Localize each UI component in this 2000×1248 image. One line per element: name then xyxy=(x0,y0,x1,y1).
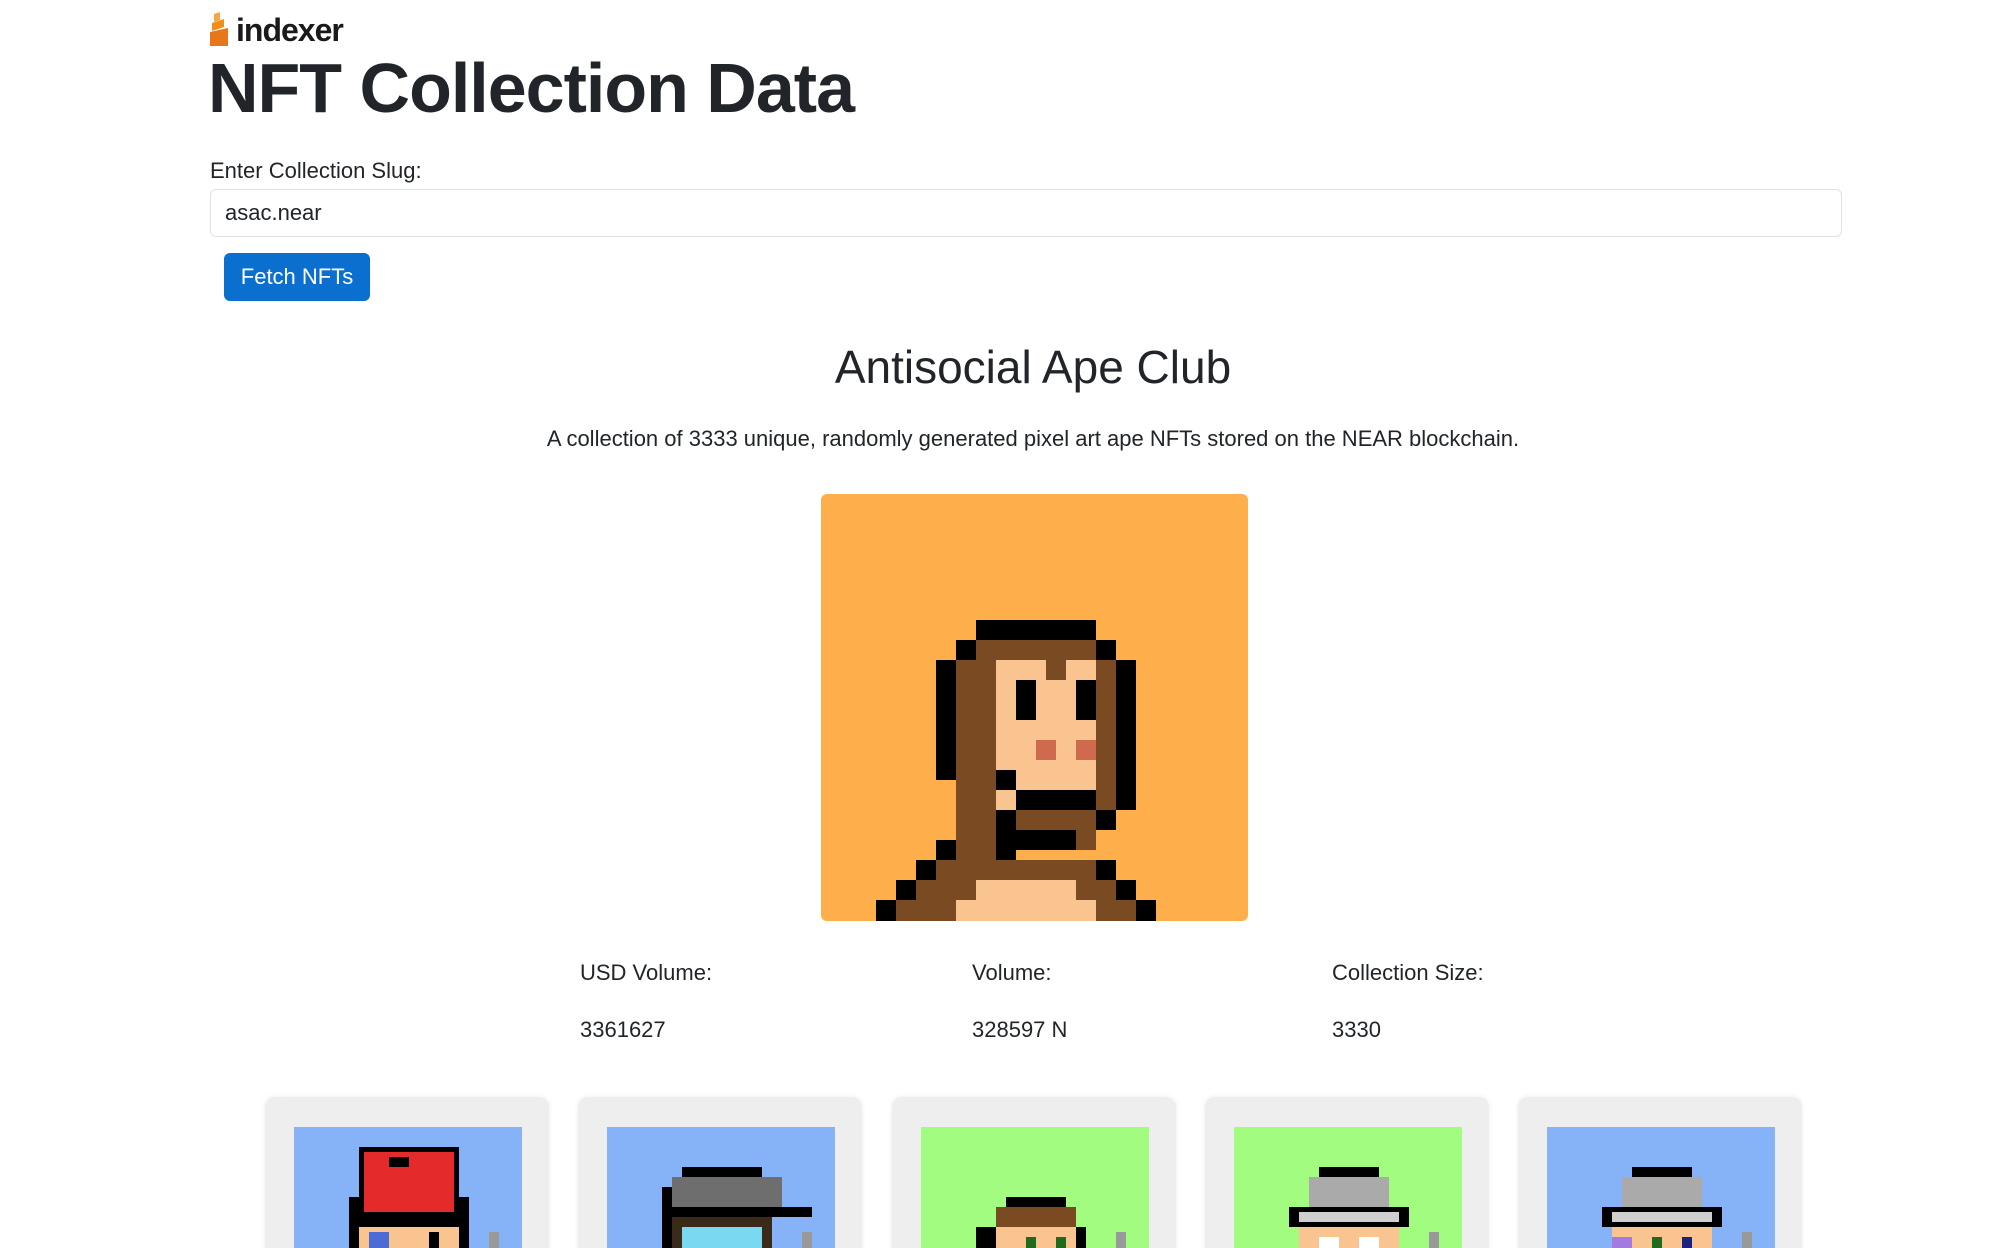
volume-label: Volume: xyxy=(972,960,1052,985)
volume-value: 328597 N xyxy=(972,1017,1068,1042)
collection-name: Antisocial Ape Club xyxy=(834,341,1232,393)
fetch-nfts-button[interactable]: Fetch NFTs xyxy=(224,253,370,301)
nft-card[interactable] xyxy=(265,1097,549,1248)
page-title: NFT Collection Data xyxy=(208,49,855,127)
collection-slug-label: Enter Collection Slug: xyxy=(210,158,422,183)
nft-card[interactable] xyxy=(1518,1097,1802,1248)
usd-volume-label: USD Volume: xyxy=(580,960,713,985)
nft-card-grid xyxy=(265,1097,1805,1248)
collection-size-label: Collection Size: xyxy=(1332,960,1484,985)
nft-card[interactable] xyxy=(1205,1097,1489,1248)
nft-image xyxy=(921,1127,1149,1248)
indexer-logo-icon xyxy=(210,12,228,46)
collection-size-value: 3330 xyxy=(1332,1017,1381,1042)
collection-description: A collection of 3333 unique, randomly ge… xyxy=(546,426,1520,451)
indexer-logo[interactable]: indexer xyxy=(210,10,344,48)
collection-image xyxy=(821,494,1248,921)
nft-image xyxy=(294,1127,522,1248)
nft-image xyxy=(607,1127,835,1248)
usd-volume-value: 3361627 xyxy=(580,1017,666,1042)
nft-card[interactable] xyxy=(892,1097,1176,1248)
nft-card[interactable] xyxy=(578,1097,862,1248)
nft-image xyxy=(1547,1127,1775,1248)
nft-image xyxy=(1234,1127,1462,1248)
collection-slug-input[interactable] xyxy=(210,189,1842,237)
logo-text: indexer xyxy=(236,12,344,48)
page: indexer NFT Collection Data Enter Collec… xyxy=(0,0,2000,1248)
